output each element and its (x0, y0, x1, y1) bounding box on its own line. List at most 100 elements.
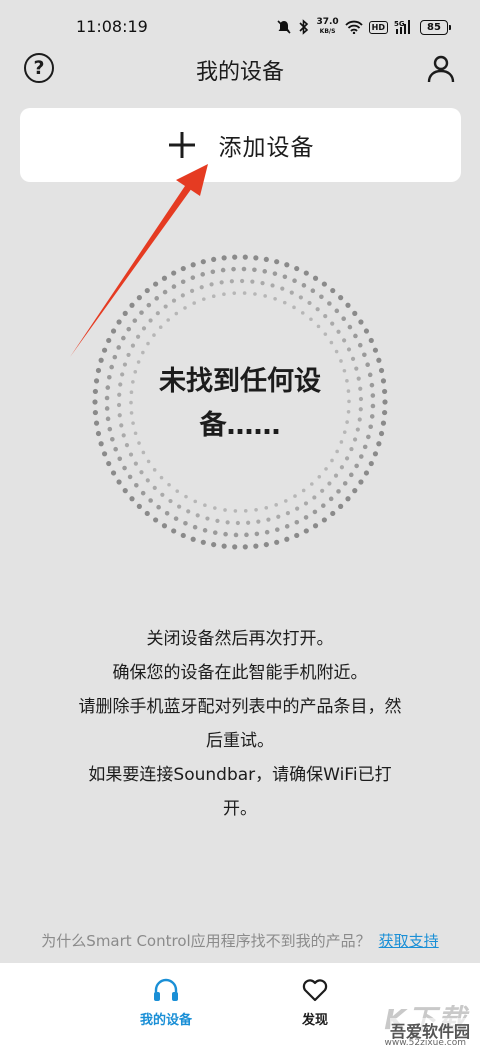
ring-dot (183, 520, 188, 526)
ring-dot (162, 289, 168, 295)
ring-dot (136, 503, 142, 509)
add-device-button[interactable]: 添加设备 (20, 108, 461, 182)
ring-dot (368, 337, 374, 344)
ring-dot (345, 379, 349, 383)
ring-dot (346, 410, 351, 414)
ring-dot (159, 475, 164, 480)
ring-dot (358, 319, 364, 325)
ring-dot (382, 399, 388, 405)
page-title: 我的设备 (195, 60, 284, 85)
ring-dot (273, 297, 277, 301)
ring-dot (292, 305, 296, 310)
ring-dot (256, 519, 261, 524)
ring-dot (221, 255, 227, 261)
ring-dot (253, 292, 257, 296)
ring-dot (323, 314, 328, 319)
ring-dot (358, 479, 364, 485)
ring-dot (155, 311, 160, 316)
ring-dot (163, 304, 168, 309)
instruction-line: 请删除手机蓝牙配对列表中的产品条目，然 (78, 697, 402, 717)
ring-dot (119, 423, 124, 428)
ring-dot (152, 333, 156, 337)
ring-dot (93, 378, 100, 384)
ring-dot (146, 302, 152, 308)
ring-dot (312, 275, 319, 281)
ring-dot (219, 280, 224, 285)
ring-dot (215, 518, 220, 523)
ring-dot (342, 338, 347, 343)
user-icon[interactable] (424, 52, 458, 86)
ring-dot (101, 347, 108, 353)
ring-dot (190, 288, 195, 293)
ring-dot (307, 300, 312, 306)
ring-dot (355, 427, 360, 432)
ring-dot (211, 256, 217, 263)
ring-dot (301, 283, 307, 288)
ring-dot (339, 465, 345, 470)
ring-dot (95, 430, 102, 437)
ring-dot (330, 458, 334, 463)
ring-dot (171, 298, 177, 303)
ring-dot (171, 270, 177, 276)
ring-dot (246, 520, 251, 525)
ring-dot (167, 482, 171, 487)
ring-dot (129, 400, 133, 405)
ring-dot (209, 282, 214, 287)
ring-dot (336, 489, 341, 494)
svg-text:5G: 5G (394, 20, 405, 28)
ring-dot (200, 539, 206, 545)
ring-dot (134, 483, 139, 488)
ring-dot (112, 354, 118, 360)
ring-dot (195, 513, 200, 518)
ring-dot (321, 503, 326, 508)
ring-dot (346, 347, 352, 352)
ring-dot (161, 275, 168, 281)
ring-dot (264, 505, 269, 510)
instruction-line: 关闭设备然后再次打开。 (146, 629, 334, 649)
ring-dot (148, 498, 153, 503)
ring-dot (128, 452, 134, 457)
ring-dot (363, 470, 370, 476)
tab-discover[interactable]: 发现 (265, 975, 365, 1028)
ring-dot (145, 478, 150, 483)
ring-dot (284, 524, 290, 529)
ring-dot (129, 496, 135, 502)
ring-dot (121, 433, 126, 438)
ring-dot (202, 528, 208, 533)
get-support-link[interactable]: 获取支持 (379, 932, 439, 950)
ring-dot (260, 281, 265, 286)
support-question: 为什么Smart Control应用程序找不到我的产品？ (41, 932, 371, 950)
ring-dot (254, 508, 258, 512)
ring-dot (244, 532, 249, 538)
ring-dot (141, 450, 146, 455)
ring-dot (289, 290, 294, 295)
ring-dot (294, 519, 300, 525)
status-time: 11:08:19 (76, 17, 148, 36)
ring-dot (263, 256, 269, 263)
ring-dot (370, 403, 376, 409)
ring-dot (382, 388, 388, 395)
ring-dot (122, 465, 127, 471)
ring-dot (354, 366, 359, 371)
ring-dot (350, 356, 356, 361)
ring-dot (202, 297, 206, 301)
ring-dot (158, 325, 163, 329)
instruction-line: 如果要连接Soundbar，请确保WiFi已打 (88, 765, 392, 785)
ring-dot (284, 536, 290, 542)
instructions: 关闭设备然后再次打开。 确保您的设备在此智能手机附近。 请删除手机蓝牙配对列表中… (50, 622, 430, 826)
ring-dot (235, 520, 240, 526)
ring-dot (294, 265, 300, 272)
plus-icon (168, 132, 195, 158)
ring-dot (109, 364, 114, 370)
ring-dot (352, 488, 358, 494)
ring-dot (160, 492, 165, 497)
ring-dot (330, 510, 336, 517)
ring-dot (122, 310, 128, 316)
status-icons: 37.0 KB/S HD 5G 85 (276, 15, 451, 39)
ring-dot (333, 473, 339, 478)
tab-my-devices[interactable]: 我的设备 (116, 975, 216, 1028)
ring-dot (220, 267, 226, 273)
ring-dot (139, 470, 144, 475)
ring-dot (334, 308, 340, 314)
ring-dot (323, 332, 328, 336)
